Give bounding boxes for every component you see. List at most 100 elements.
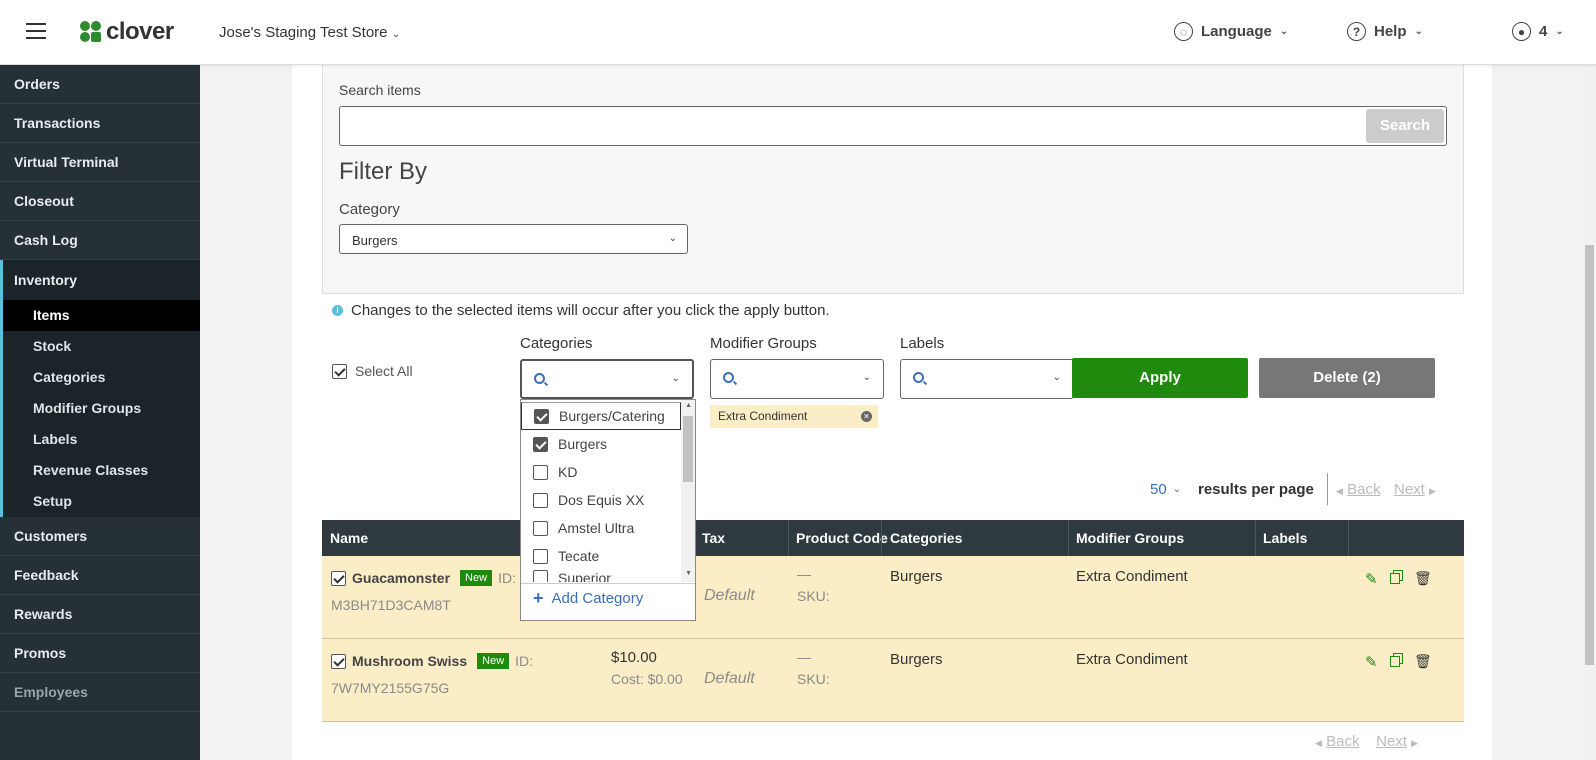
sidebar-item-customers[interactable]: Customers [0, 517, 200, 556]
column-header-tax[interactable]: Tax [702, 530, 725, 546]
sidebar-item-cash-log[interactable]: Cash Log [0, 221, 200, 260]
scrollbar-thumb[interactable] [1585, 245, 1594, 665]
sidebar-item-employees[interactable]: Employees [0, 673, 200, 712]
sidebar-item-rewards[interactable]: Rewards [0, 595, 200, 634]
category-select[interactable]: Burgers ⌄ [339, 224, 688, 254]
select-all[interactable]: Select All [332, 363, 413, 379]
add-category-link[interactable]: + Add Category [533, 588, 643, 609]
select-all-checkbox[interactable] [332, 363, 347, 379]
category-option[interactable]: Amstel Ultra [521, 514, 681, 542]
column-header-labels[interactable]: Labels [1263, 530, 1307, 546]
delete-button[interactable]: Delete (2) [1259, 358, 1435, 398]
search-button[interactable]: Search [1366, 109, 1444, 143]
language-menu[interactable]: ◌ Language ⌄ [1174, 22, 1288, 41]
next-label: Next [1394, 481, 1425, 498]
product-code: — [797, 566, 811, 582]
sidebar-subitem-items[interactable]: Items [3, 300, 200, 331]
next-link[interactable]: Next ▶ [1394, 481, 1436, 498]
store-selector[interactable]: Jose's Staging Test Store ⌄ [219, 24, 400, 41]
category-label: Category [339, 201, 400, 218]
categories-dropdown[interactable]: ⌄ [520, 359, 694, 399]
category-option[interactable]: KD [521, 458, 681, 486]
divider [521, 583, 695, 584]
sidebar-item-inventory[interactable]: Inventory [3, 260, 200, 300]
delete-icon[interactable]: 🗑 [1414, 570, 1432, 586]
labels-dropdown[interactable]: ⌄ [900, 359, 1074, 399]
category-option-checkbox[interactable] [533, 436, 548, 452]
help-label: Help [1374, 23, 1407, 40]
bottom-pagination: ◀ Back Next ▶ [1315, 733, 1418, 750]
categories-dropdown-list: Burgers/Catering Burgers KD Dos Equis XX… [520, 399, 696, 621]
column-header-categories[interactable]: Categories [890, 530, 962, 546]
filter-title: Filter By [339, 158, 428, 185]
sidebar-item-closeout[interactable]: Closeout [0, 182, 200, 221]
delete-icon[interactable]: 🗑 [1414, 653, 1432, 669]
sidebar-item-promos[interactable]: Promos [0, 634, 200, 673]
help-menu[interactable]: ? Help ⌄ [1347, 22, 1423, 41]
table-row[interactable]: Mushroom Swiss New ID: 7W7MY2155G75G $10… [322, 639, 1464, 722]
duplicate-icon[interactable] [1390, 653, 1404, 669]
per-page-select[interactable]: 50 ⌄ [1150, 481, 1181, 498]
item-name-cell: Mushroom Swiss New ID: [331, 653, 533, 669]
modifier-groups-dropdown[interactable]: ⌄ [710, 359, 884, 399]
category-option-checkbox[interactable] [533, 464, 548, 480]
select-all-label: Select All [355, 363, 413, 379]
remove-tag-icon[interactable]: ✕ [861, 411, 872, 422]
chevron-down-icon: ⌄ [668, 233, 677, 244]
sidebar-item-orders[interactable]: Orders [0, 65, 200, 104]
item-name[interactable]: Guacamonster [352, 570, 450, 586]
category-option[interactable]: Tecate [521, 542, 681, 570]
sidebar-subitem-stock[interactable]: Stock [3, 331, 200, 362]
category-option[interactable]: Dos Equis XX [521, 486, 681, 514]
scroll-down-icon[interactable]: ▼ [685, 570, 692, 577]
table-row[interactable]: Guacamonster New ID: M3BH71D3CAM8T Defau… [322, 556, 1464, 639]
category-option[interactable]: Burgers/Catering [521, 402, 681, 430]
column-header-modifier-groups[interactable]: Modifier Groups [1076, 530, 1184, 546]
item-name[interactable]: Mushroom Swiss [352, 653, 467, 669]
column-header-name[interactable]: Name [330, 530, 368, 546]
back-label[interactable]: Back [1326, 733, 1359, 750]
page-scrollbar[interactable] [1583, 65, 1596, 760]
edit-icon[interactable]: ✎ [1365, 653, 1379, 671]
chevron-right-icon: ▶ [1411, 738, 1419, 748]
account-menu[interactable]: ● 4 ⌄ [1512, 22, 1564, 41]
category-option-checkbox[interactable] [533, 570, 548, 582]
dropdown-scrollbar[interactable]: ▲ ▼ [681, 400, 695, 582]
sidebar-item-feedback[interactable]: Feedback [0, 556, 200, 595]
sidebar-subitem-setup[interactable]: Setup [3, 486, 200, 517]
apply-button[interactable]: Apply [1072, 358, 1248, 398]
sidebar-item-transactions[interactable]: Transactions [0, 104, 200, 143]
sidebar: Orders Transactions Virtual Terminal Clo… [0, 65, 200, 760]
sidebar-item-virtual-terminal[interactable]: Virtual Terminal [0, 143, 200, 182]
duplicate-icon[interactable] [1390, 570, 1404, 586]
sidebar-subitem-modifier-groups[interactable]: Modifier Groups [3, 393, 200, 424]
main-content: Search items Search Filter By Category B… [292, 65, 1492, 760]
chevron-down-icon: ⌄ [1414, 26, 1423, 37]
next-label[interactable]: Next [1376, 733, 1407, 750]
sidebar-subitem-categories[interactable]: Categories [3, 362, 200, 393]
scroll-up-icon[interactable]: ▲ [685, 402, 692, 409]
column-header-product-code[interactable]: Product Code [796, 530, 888, 546]
category-option[interactable]: Burgers [521, 430, 681, 458]
modifier-groups-label: Modifier Groups [710, 335, 817, 352]
column-divider [1255, 520, 1256, 556]
row-checkbox[interactable] [331, 570, 346, 586]
sidebar-subitem-labels[interactable]: Labels [3, 424, 200, 455]
scrollbar-thumb[interactable] [683, 416, 693, 482]
category-option-checkbox[interactable] [533, 492, 548, 508]
category-option-checkbox[interactable] [533, 520, 548, 536]
hamburger-menu-icon[interactable] [26, 23, 46, 39]
category-option[interactable]: Superior [521, 570, 681, 582]
sidebar-subitem-revenue-classes[interactable]: Revenue Classes [3, 455, 200, 486]
clover-logo[interactable]: clover [80, 18, 174, 46]
back-link[interactable]: ◀ Back [1336, 481, 1380, 498]
edit-icon[interactable]: ✎ [1365, 570, 1379, 588]
search-input[interactable]: Search [339, 106, 1447, 146]
globe-icon: ◌ [1174, 22, 1193, 41]
category-option-checkbox[interactable] [533, 548, 548, 564]
chevron-down-icon: ⌄ [1052, 372, 1061, 383]
row-checkbox[interactable] [331, 653, 346, 669]
category-option-checkbox[interactable] [534, 408, 549, 424]
user-icon: ● [1512, 22, 1531, 41]
category-option-label: Burgers/Catering [559, 408, 665, 424]
